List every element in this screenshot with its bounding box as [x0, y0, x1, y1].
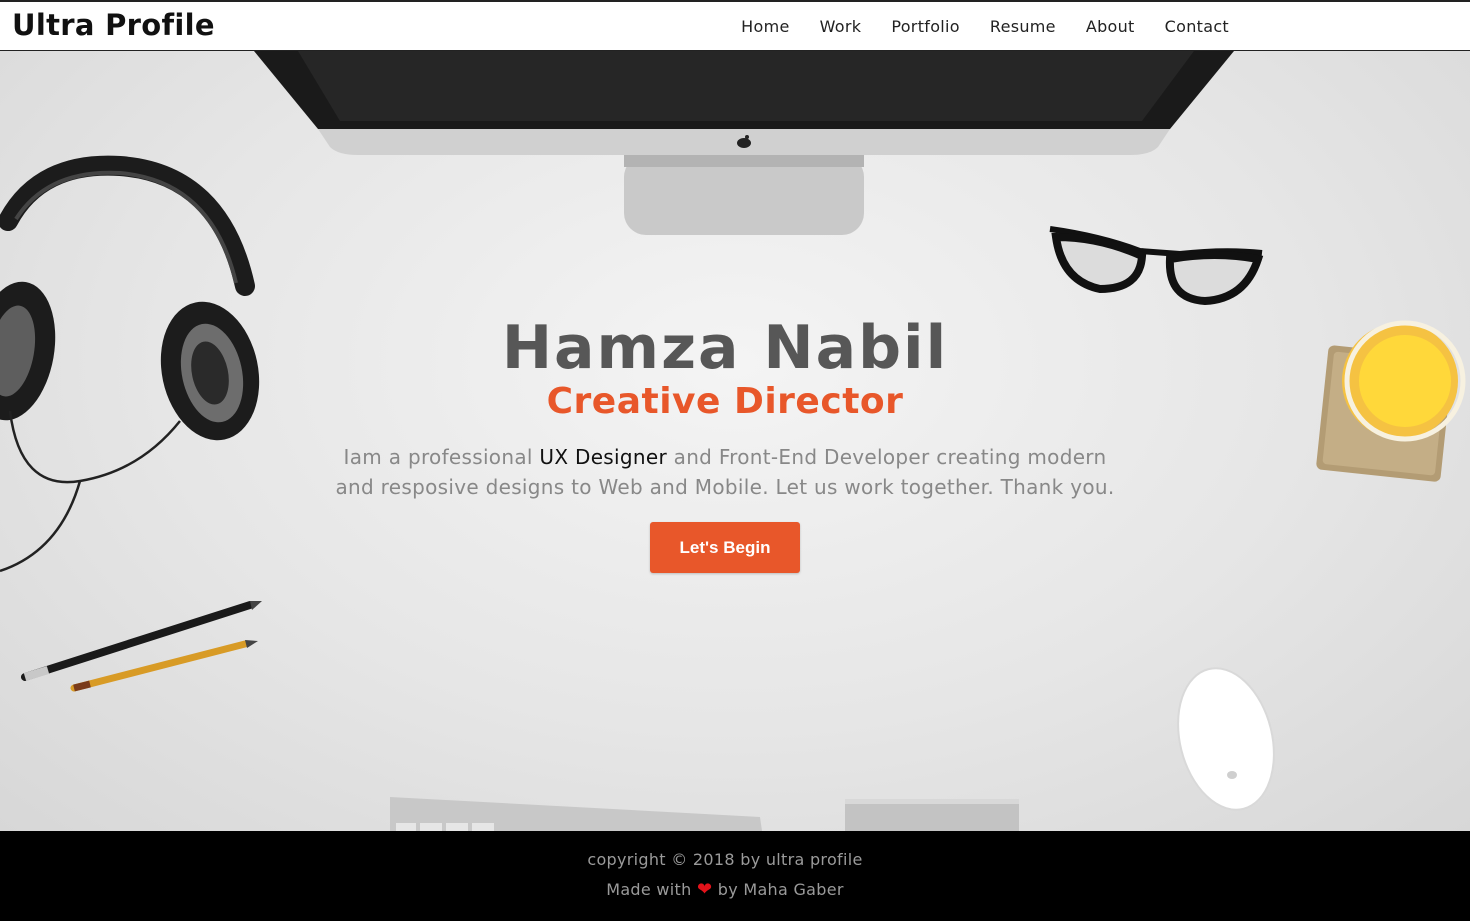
intro-highlight: UX Designer — [539, 445, 667, 469]
main-nav: Home Work Portfolio Resume About Contact — [741, 2, 1229, 51]
intro-text: Iam a professional UX Designer and Front… — [330, 442, 1120, 502]
desk-background-illustration — [0, 51, 1466, 831]
site-header: Ultra Profile Home Work Portfolio Resume… — [0, 0, 1470, 51]
glasses-illustration — [1049, 226, 1264, 306]
site-logo[interactable]: Ultra Profile — [12, 8, 215, 42]
nav-home[interactable]: Home — [741, 17, 789, 36]
nav-work[interactable]: Work — [820, 17, 862, 36]
pencils-illustration — [21, 601, 262, 692]
monitor-illustration — [254, 51, 1234, 235]
hero-section: Hamza Nabil Creative Director Iam a prof… — [0, 51, 1470, 831]
copyright-text: copyright © 2018 by ultra profile — [587, 850, 863, 869]
made-with-label: Made with — [606, 880, 692, 899]
nav-contact[interactable]: Contact — [1165, 17, 1229, 36]
keyboard-illustration — [390, 797, 1019, 831]
profile-role: Creative Director — [546, 381, 904, 422]
author-credit: by Maha Gaber — [717, 880, 844, 899]
nav-resume[interactable]: Resume — [990, 17, 1056, 36]
nav-portfolio[interactable]: Portfolio — [891, 17, 960, 36]
intro-text-start: Iam a professional — [343, 445, 540, 469]
nav-about[interactable]: About — [1086, 17, 1135, 36]
profile-name: Hamza Nabil — [501, 313, 949, 383]
mouse-illustration — [1177, 667, 1275, 811]
site-footer: copyright © 2018 by ultra profile Made w… — [0, 831, 1470, 921]
lets-begin-button[interactable]: Let's Begin — [650, 522, 800, 573]
made-with-line: Made with ❤ by Maha Gaber — [0, 879, 1450, 900]
heart-icon: ❤ — [696, 879, 713, 900]
